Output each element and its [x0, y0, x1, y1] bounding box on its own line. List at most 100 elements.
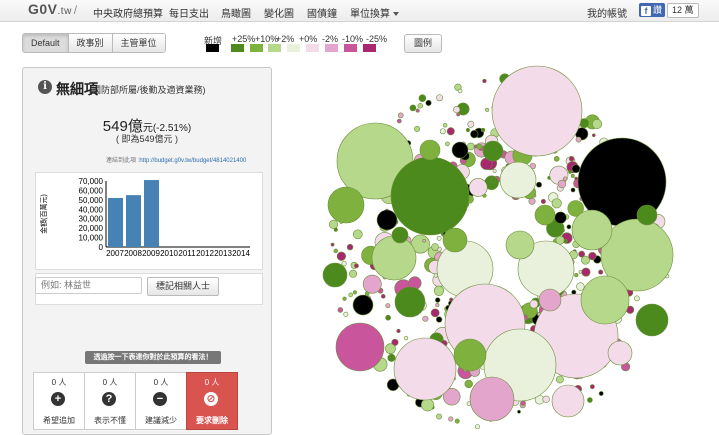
budget-bubble[interactable]	[469, 376, 515, 422]
budget-bubble[interactable]	[456, 112, 461, 117]
budget-bubble[interactable]	[393, 337, 457, 401]
budget-bubble[interactable]	[439, 128, 446, 135]
budget-bubble[interactable]	[409, 104, 417, 112]
budget-bubble[interactable]	[575, 136, 582, 143]
budget-bubble[interactable]	[342, 296, 347, 301]
budget-bubble[interactable]	[554, 211, 567, 224]
budget-bubble[interactable]	[435, 303, 440, 308]
budget-bubble[interactable]	[419, 139, 441, 161]
budget-bubble[interactable]	[591, 133, 596, 138]
budget-bubble[interactable]	[457, 88, 463, 94]
budget-bubble[interactable]	[390, 156, 470, 236]
facebook-like-button[interactable]: f讚	[639, 3, 666, 17]
budget-bubble[interactable]	[505, 230, 535, 260]
budget-bubble[interactable]	[415, 108, 420, 113]
budget-bubble[interactable]	[433, 285, 445, 296]
budget-bubble[interactable]	[570, 173, 575, 178]
budget-bubble[interactable]	[448, 416, 454, 422]
budget-bubble[interactable]	[328, 219, 339, 229]
budget-bubble[interactable]	[431, 243, 439, 251]
budget-bubble[interactable]	[581, 255, 590, 265]
brand-logo[interactable]: G0V.tw /	[28, 1, 78, 17]
tag-person-button[interactable]: 標記相關人士	[147, 277, 220, 296]
budget-bubble[interactable]	[422, 238, 426, 243]
budget-bubble[interactable]	[371, 235, 417, 281]
nav-overview[interactable]: 鳥瞰圖	[221, 5, 251, 20]
tag-person-input[interactable]	[35, 277, 142, 294]
budget-bubble[interactable]	[591, 118, 603, 129]
budget-bubble[interactable]	[352, 290, 358, 295]
view-default-button[interactable]: Default	[23, 34, 69, 52]
budget-bubble[interactable]	[535, 181, 542, 188]
budget-bubble[interactable]	[598, 269, 604, 275]
budget-bubble[interactable]	[354, 263, 359, 269]
budget-bubble[interactable]	[634, 295, 640, 302]
nav-unit-conversion[interactable]: 單位換算	[350, 5, 399, 20]
budget-bubble[interactable]	[571, 164, 581, 174]
budget-bubble[interactable]	[451, 141, 469, 159]
budget-bubble[interactable]	[517, 409, 521, 414]
budget-bubble[interactable]	[534, 204, 556, 226]
budget-bubble[interactable]	[466, 142, 475, 151]
budget-bubble[interactable]	[562, 176, 568, 182]
budget-bubble[interactable]	[337, 307, 344, 313]
budget-bubble[interactable]	[581, 267, 591, 277]
budget-bubble[interactable]	[435, 316, 443, 323]
budget-bubble[interactable]	[589, 384, 595, 390]
budget-bubble[interactable]	[490, 177, 497, 183]
budget-bubble[interactable]	[385, 314, 391, 321]
budget-bubble[interactable]	[341, 261, 347, 267]
budget-bubble[interactable]	[542, 395, 550, 404]
nav-change-chart[interactable]: 變化圖	[264, 5, 294, 20]
budget-bubble[interactable]	[474, 424, 480, 430]
budget-bubble[interactable]	[322, 262, 348, 288]
budget-bubble[interactable]	[391, 226, 409, 244]
budget-bubble[interactable]	[482, 78, 487, 84]
budget-bubble[interactable]	[551, 198, 562, 209]
budget-bubble[interactable]	[470, 129, 479, 139]
vote-confused-button[interactable]: 0 人 ? 表示不懂	[84, 372, 135, 430]
budget-bubble[interactable]	[555, 375, 564, 384]
budget-bubble[interactable]	[436, 94, 444, 102]
vote-decrease-button[interactable]: 0 人 − 建議減少	[135, 372, 186, 430]
budget-bubble[interactable]	[352, 229, 363, 240]
budget-bubble[interactable]	[587, 397, 593, 403]
budget-bubble[interactable]	[396, 328, 401, 334]
budget-bubble[interactable]	[352, 294, 374, 316]
budget-bubble[interactable]	[574, 176, 579, 181]
budget-bubble[interactable]	[563, 239, 568, 243]
budget-bubble[interactable]	[576, 282, 585, 291]
budget-bubble[interactable]	[421, 398, 434, 412]
budget-bubble[interactable]	[540, 198, 546, 204]
budget-bubble[interactable]	[422, 315, 429, 322]
budget-bubble[interactable]	[538, 288, 562, 312]
budget-bubble[interactable]	[553, 155, 560, 162]
vote-delete-button[interactable]: 0 人 ⊘ 要求刪除	[186, 372, 238, 430]
budget-bubble[interactable]	[492, 169, 497, 173]
budget-bubble[interactable]	[442, 227, 468, 253]
budget-bubble[interactable]	[557, 179, 567, 189]
budget-bubble[interactable]	[520, 400, 526, 406]
budget-bubble[interactable]	[387, 353, 396, 362]
budget-bubble[interactable]	[442, 122, 448, 128]
budget-bubble[interactable]	[397, 112, 404, 119]
budget-bubble[interactable]	[568, 170, 572, 174]
budget-bubble[interactable]	[480, 127, 486, 133]
budget-bubble[interactable]	[403, 335, 409, 341]
budget-bubble[interactable]	[499, 161, 537, 199]
budget-bubble[interactable]	[566, 224, 572, 230]
budget-bubble[interactable]	[433, 273, 439, 278]
nav-debt-clock[interactable]: 國債鐘	[307, 5, 337, 20]
budget-bubble[interactable]	[436, 235, 442, 241]
budget-bubble[interactable]	[636, 204, 658, 226]
budget-bubble[interactable]	[445, 141, 450, 147]
budget-bubble[interactable]	[446, 127, 455, 136]
budget-bubble[interactable]	[491, 65, 583, 157]
budget-bubble[interactable]	[454, 418, 460, 424]
budget-bubble[interactable]	[482, 140, 504, 162]
budget-bubble[interactable]	[430, 308, 440, 318]
permalink-link[interactable]: http://budget.g0v.tw/budget/4814021400	[139, 158, 246, 164]
budget-bubble[interactable]	[349, 269, 358, 278]
budget-bubble[interactable]	[568, 156, 575, 162]
budget-bubble[interactable]	[453, 338, 487, 372]
